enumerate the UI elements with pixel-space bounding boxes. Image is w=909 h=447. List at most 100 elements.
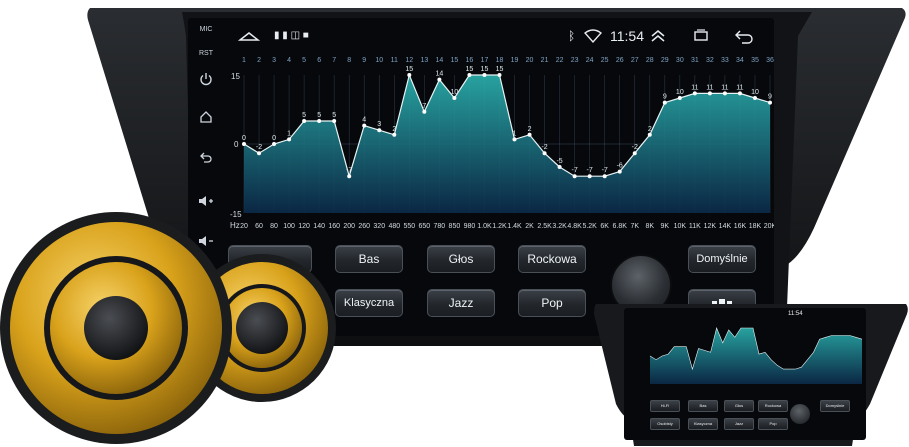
volume-up-icon[interactable] xyxy=(188,194,224,208)
home-key-icon[interactable] xyxy=(188,110,224,124)
eq-frequency-label: 650 xyxy=(418,223,430,230)
eq-band-handle[interactable] xyxy=(437,77,442,82)
eq-band-handle[interactable] xyxy=(617,169,622,174)
eq-frequency-label: 200 xyxy=(343,223,355,230)
eq-band-number: 21 xyxy=(541,57,549,64)
eq-frequency-label: 4.8K xyxy=(567,223,582,230)
eq-band-number: 29 xyxy=(661,57,669,64)
eq-band-number: 3 xyxy=(272,57,276,64)
eq-band-number: 24 xyxy=(586,57,594,64)
eq-band-value: 14 xyxy=(435,71,443,78)
recents-icon[interactable] xyxy=(692,22,710,50)
eq-band-value: 7 xyxy=(422,103,426,110)
eq-band-handle[interactable] xyxy=(422,109,427,114)
eq-band-handle[interactable] xyxy=(317,119,322,123)
eq-band-handle[interactable] xyxy=(407,73,412,77)
eq-band-value: -7 xyxy=(572,167,578,174)
eq-band-handle[interactable] xyxy=(527,132,532,137)
eq-band-handle[interactable] xyxy=(257,151,262,156)
eq-frequency-label: 7K xyxy=(630,223,639,230)
eq-band-value: 4 xyxy=(362,117,366,124)
eq-band-number: 22 xyxy=(556,57,564,64)
eq-band-handle[interactable] xyxy=(768,100,772,105)
eq-frequency-label: 980 xyxy=(464,223,476,230)
eq-band-handle[interactable] xyxy=(662,100,667,105)
wifi-icon xyxy=(583,22,603,50)
eq-band-handle[interactable] xyxy=(467,73,472,77)
eq-band-handle[interactable] xyxy=(242,142,246,146)
eq-band-handle[interactable] xyxy=(692,91,697,96)
eq-frequency-label: 16K xyxy=(734,223,747,230)
eq-band-handle[interactable] xyxy=(302,119,307,123)
eq-band-value: 2 xyxy=(648,126,652,133)
back-icon[interactable] xyxy=(734,22,754,50)
back-key-icon[interactable] xyxy=(188,150,224,164)
eq-band-handle[interactable] xyxy=(452,96,457,100)
eq-band-number: 7 xyxy=(332,57,336,64)
eq-band-handle[interactable] xyxy=(737,91,742,96)
eq-band-handle[interactable] xyxy=(602,174,607,179)
eq-band-handle[interactable] xyxy=(512,137,517,142)
eq-band-handle[interactable] xyxy=(677,96,682,100)
eq-band-handle[interactable] xyxy=(362,123,367,128)
eq-band-handle[interactable] xyxy=(707,91,712,96)
eq-band-handle[interactable] xyxy=(272,142,277,146)
eq-band-handle[interactable] xyxy=(542,151,547,156)
mini-preset-button: Pop xyxy=(758,418,788,430)
eq-band-handle[interactable] xyxy=(392,132,397,137)
preset-button-domyslnie[interactable]: Domyślnie xyxy=(688,245,756,273)
eq-band-value: 5 xyxy=(332,112,336,119)
preset-button-pop[interactable]: Pop xyxy=(518,289,586,317)
preset-button-klasyczna[interactable]: Klasyczna xyxy=(335,289,403,317)
eq-frequency-label: 3.2K xyxy=(552,223,567,230)
eq-frequency-label: 14K xyxy=(719,223,732,230)
eq-band-number: 33 xyxy=(721,57,729,64)
eq-frequency-label: 2K xyxy=(525,223,534,230)
mini-volume-knob xyxy=(790,404,810,424)
eq-band-handle[interactable] xyxy=(497,73,502,77)
rst-label[interactable]: RST xyxy=(188,50,224,57)
home-icon[interactable] xyxy=(237,22,261,50)
preset-button-bas[interactable]: Bas xyxy=(335,245,403,273)
eq-band-handle[interactable] xyxy=(377,128,382,133)
eq-frequency-label: 12K xyxy=(704,223,717,230)
eq-band-number: 25 xyxy=(601,57,609,64)
eq-band-value: -7 xyxy=(602,167,608,174)
eq-band-value: 15 xyxy=(466,66,474,73)
eq-band-handle[interactable] xyxy=(647,132,652,137)
eq-band-value: 0 xyxy=(272,135,276,142)
eq-frequency-label: 1.4K xyxy=(507,223,522,230)
eq-band-value: -5 xyxy=(556,158,562,165)
clock: 11:54 xyxy=(610,28,644,44)
preset-button-rockowa[interactable]: Rockowa xyxy=(518,245,586,273)
eq-band-number: 23 xyxy=(571,57,579,64)
eq-band-handle[interactable] xyxy=(482,73,487,77)
eq-frequency-label: 5.2K xyxy=(582,223,597,230)
eq-band-handle[interactable] xyxy=(572,174,577,179)
mini-preset-button: Klasyczna xyxy=(688,418,718,430)
bluetooth-icon: ᛒ xyxy=(568,29,576,43)
eq-frequency-label: 2.5K xyxy=(537,223,552,230)
eq-band-number: 32 xyxy=(706,57,714,64)
eq-band-value: -7 xyxy=(587,167,593,174)
mic-label: MIC xyxy=(199,26,213,33)
eq-band-number: 10 xyxy=(375,57,383,64)
eq-band-handle[interactable] xyxy=(632,151,637,156)
preset-button-jazz[interactable]: Jazz xyxy=(427,289,495,317)
eq-band-value: 11 xyxy=(691,84,698,91)
expand-icon[interactable] xyxy=(650,22,666,50)
eq-frequency-label: 780 xyxy=(434,223,446,230)
eq-band-value: 2 xyxy=(528,126,532,133)
eq-band-handle[interactable] xyxy=(752,96,757,100)
eq-band-handle[interactable] xyxy=(347,174,352,179)
eq-band-handle[interactable] xyxy=(587,174,592,179)
eq-band-value: 11 xyxy=(721,84,728,91)
eq-band-handle[interactable] xyxy=(722,91,727,96)
eq-band-handle[interactable] xyxy=(287,137,292,142)
eq-curve-fill xyxy=(244,75,770,213)
eq-band-handle[interactable] xyxy=(557,165,562,169)
eq-band-number: 14 xyxy=(435,57,443,64)
eq-band-handle[interactable] xyxy=(332,119,337,123)
preset-button-glos[interactable]: Głos xyxy=(427,245,495,273)
power-icon[interactable] xyxy=(188,72,224,86)
